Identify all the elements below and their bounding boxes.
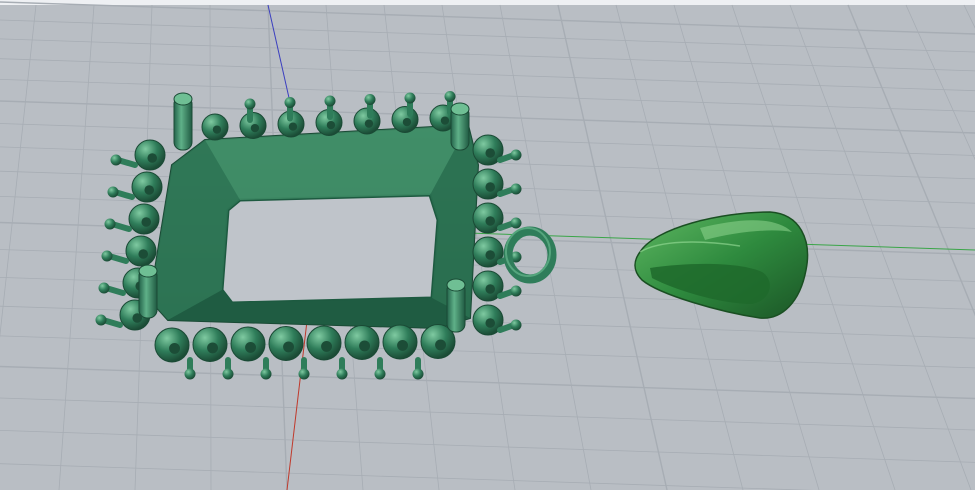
grid-line (0, 397, 975, 431)
grid-line (0, 19, 975, 53)
grid-line (0, 1, 975, 35)
pendant-halo-setting[interactable] (95, 91, 557, 380)
corner-prong (138, 264, 158, 319)
grid-line (0, 430, 975, 463)
halo-bead (306, 325, 342, 361)
grid-line (0, 365, 975, 400)
grid-line (0, 335, 975, 369)
halo-prong (98, 282, 126, 296)
halo-bead (344, 325, 380, 360)
halo-prong (110, 154, 138, 168)
halo-bead (230, 326, 266, 362)
3d-viewport[interactable] (0, 0, 975, 490)
grid-line (0, 4, 37, 339)
setting-inner-opening (220, 193, 440, 305)
halo-prong (374, 357, 386, 380)
halo-prong (336, 357, 348, 380)
halo-bead (131, 171, 163, 203)
halo-prong (298, 357, 310, 380)
halo-bead (268, 326, 304, 361)
halo-bead (382, 324, 418, 360)
halo-prong (412, 357, 424, 380)
halo-bead (134, 139, 166, 171)
halo-prong (104, 218, 132, 232)
grid-line (58, 4, 95, 490)
halo-bead (125, 235, 157, 267)
pendant-bail[interactable] (634, 211, 809, 319)
halo-prong (222, 357, 234, 380)
halo-bead (192, 327, 228, 362)
grid-line (0, 38, 975, 72)
grid-line (0, 463, 814, 490)
halo-bead (391, 106, 419, 133)
bail-inner-groove (650, 263, 770, 304)
halo-bead (201, 113, 229, 141)
halo-bead (128, 203, 160, 235)
corner-prong (450, 102, 470, 151)
scene-canvas[interactable] (0, 0, 975, 490)
halo-prong (260, 357, 272, 380)
grid-line (0, 58, 975, 92)
corner-prong (446, 278, 466, 333)
halo-prong (101, 250, 129, 264)
halo-prong (95, 314, 123, 328)
halo-prong (107, 186, 135, 200)
halo-prong (184, 357, 196, 380)
halo-bead (154, 327, 190, 363)
setting-bevel-top (205, 125, 468, 200)
corner-prong (173, 92, 193, 151)
grid-line (963, 4, 975, 29)
grid-line (789, 4, 972, 490)
grid-line (905, 4, 975, 161)
grid-line (0, 79, 975, 112)
